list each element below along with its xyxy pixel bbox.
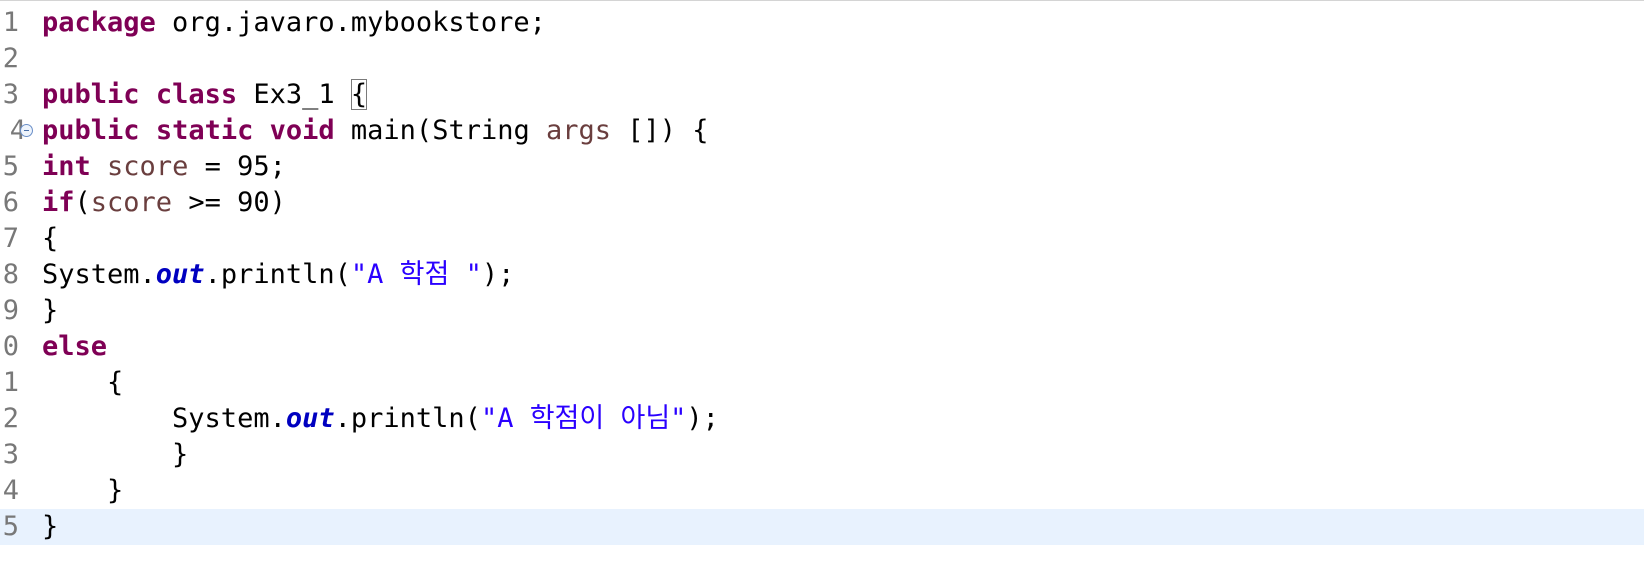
string-literal: "A 학점 " bbox=[350, 259, 482, 290]
fold-collapse-icon[interactable] bbox=[20, 124, 33, 137]
line-number-gutter: 0 bbox=[0, 329, 40, 365]
line-number-gutter: 3 bbox=[0, 77, 40, 113]
line-number: 8 bbox=[2, 259, 19, 290]
code-line[interactable]: 4 public static void main(String args []… bbox=[0, 113, 1644, 149]
code-line[interactable]: 4 } bbox=[0, 473, 1644, 509]
keyword-public: public bbox=[42, 79, 140, 110]
class-system: System. bbox=[42, 259, 156, 290]
code-line[interactable]: 0 else bbox=[0, 329, 1644, 365]
open-paren: ( bbox=[74, 187, 91, 218]
line-number-gutter: 2 bbox=[0, 401, 40, 437]
method-signature-end: []) { bbox=[611, 115, 709, 146]
code-line[interactable]: 1 package org.javaro.mybookstore; bbox=[0, 5, 1644, 41]
code-line[interactable]: 7 { bbox=[0, 221, 1644, 257]
line-number-gutter: 5 bbox=[0, 509, 40, 545]
code-line[interactable]: 8 System.out.println("A 학점 "); bbox=[0, 257, 1644, 293]
current-line-highlight[interactable]: 5 } bbox=[0, 509, 1644, 545]
method-call: .println( bbox=[334, 403, 481, 434]
line-number: 3 bbox=[2, 439, 19, 470]
code-line[interactable]: 1 { bbox=[0, 365, 1644, 401]
assignment: = 95; bbox=[188, 151, 286, 182]
condition: >= 90) bbox=[172, 187, 286, 218]
line-number-gutter: 5 bbox=[0, 149, 40, 185]
line-number-gutter: 1 bbox=[0, 5, 40, 41]
line-number: 9 bbox=[2, 295, 19, 326]
keyword-static: static bbox=[155, 115, 254, 146]
code-text[interactable]: } bbox=[42, 473, 123, 509]
method-call: .println( bbox=[204, 259, 351, 290]
code-text[interactable]: } bbox=[42, 293, 58, 329]
code-text[interactable]: { bbox=[42, 365, 123, 401]
code-text[interactable]: else bbox=[42, 329, 107, 365]
line-number: 7 bbox=[2, 223, 19, 254]
line-number-gutter: 8 bbox=[0, 257, 40, 293]
string-literal: "A 학점이 아님" bbox=[480, 403, 687, 434]
code-line[interactable]: 5 int score = 95; bbox=[0, 149, 1644, 185]
keyword-public: public bbox=[42, 115, 140, 146]
line-number: 0 bbox=[2, 331, 19, 362]
parameter-args: args bbox=[545, 115, 612, 146]
code-line[interactable]: 3 public class Ex3_1 { bbox=[0, 77, 1644, 113]
code-line[interactable]: 3 } bbox=[0, 437, 1644, 473]
line-number: 2 bbox=[2, 403, 19, 434]
keyword-void: void bbox=[269, 115, 335, 146]
keyword-if: if bbox=[42, 187, 75, 218]
code-editor[interactable]: 1 package org.javaro.mybookstore; 2 3 pu… bbox=[0, 0, 1644, 582]
line-number-gutter: 3 bbox=[0, 437, 40, 473]
static-field-out: out bbox=[155, 259, 205, 290]
line-number: 1 bbox=[2, 7, 19, 38]
keyword-int: int bbox=[42, 151, 91, 182]
keyword-package: package bbox=[42, 7, 156, 38]
line-number-gutter: 9 bbox=[0, 293, 40, 329]
code-text[interactable]: package org.javaro.mybookstore; bbox=[42, 5, 546, 41]
call-end: ); bbox=[481, 259, 515, 290]
line-number: 1 bbox=[2, 367, 19, 398]
code-line[interactable]: 2 bbox=[0, 41, 1644, 77]
line-number-gutter: 4 bbox=[0, 113, 40, 149]
code-line[interactable]: 6 if(score >= 90) bbox=[0, 185, 1644, 221]
line-number: 5 bbox=[2, 151, 19, 182]
line-number-gutter: 7 bbox=[0, 221, 40, 257]
code-text[interactable]: } bbox=[42, 437, 188, 473]
keyword-class: class bbox=[155, 79, 238, 110]
class-system: System. bbox=[42, 403, 286, 434]
line-number: 4 bbox=[2, 475, 19, 506]
code-text[interactable]: if(score >= 90) bbox=[42, 185, 286, 221]
line-number-gutter: 4 bbox=[0, 473, 40, 509]
method-signature: main(String bbox=[334, 115, 546, 146]
variable-score: score bbox=[107, 151, 189, 182]
code-text[interactable]: System.out.println("A 학점이 아님"); bbox=[42, 401, 719, 437]
call-end: ); bbox=[686, 403, 719, 434]
line-number: 2 bbox=[2, 43, 19, 74]
code-text[interactable]: System.out.println("A 학점 "); bbox=[42, 257, 514, 293]
code-line[interactable]: 2 System.out.println("A 학점이 아님"); bbox=[0, 401, 1644, 437]
line-number: 6 bbox=[2, 187, 19, 218]
line-number: 3 bbox=[2, 79, 19, 110]
code-line[interactable]: 9 } bbox=[0, 293, 1644, 329]
matching-bracket-highlight: { bbox=[350, 79, 368, 110]
variable-score: score bbox=[90, 187, 173, 218]
keyword-else: else bbox=[42, 331, 108, 362]
package-name: org.javaro.mybookstore; bbox=[155, 7, 546, 38]
code-text[interactable]: int score = 95; bbox=[42, 149, 286, 185]
class-name: Ex3_1 bbox=[237, 79, 351, 110]
line-number: 5 bbox=[2, 511, 19, 542]
line-number-gutter: 2 bbox=[0, 41, 40, 77]
code-text[interactable]: } bbox=[42, 509, 58, 545]
static-field-out: out bbox=[285, 403, 335, 434]
code-text[interactable]: public class Ex3_1 { bbox=[42, 77, 368, 113]
line-number-gutter: 6 bbox=[0, 185, 40, 221]
code-text[interactable]: { bbox=[42, 221, 58, 257]
code-text[interactable]: public static void main(String args []) … bbox=[42, 113, 709, 149]
line-number-gutter: 1 bbox=[0, 365, 40, 401]
